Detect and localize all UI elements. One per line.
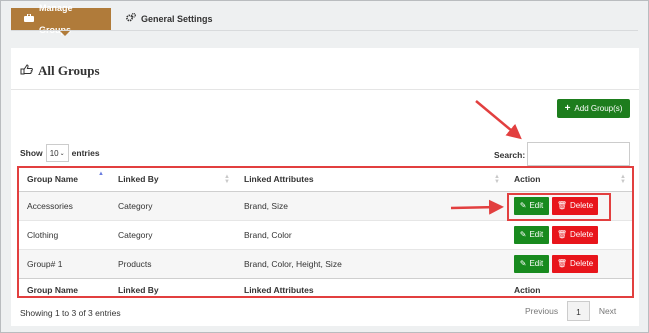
arrow-to-search — [475, 100, 522, 140]
arrow-to-actions — [450, 199, 504, 215]
annotation-arrows — [450, 100, 522, 215]
